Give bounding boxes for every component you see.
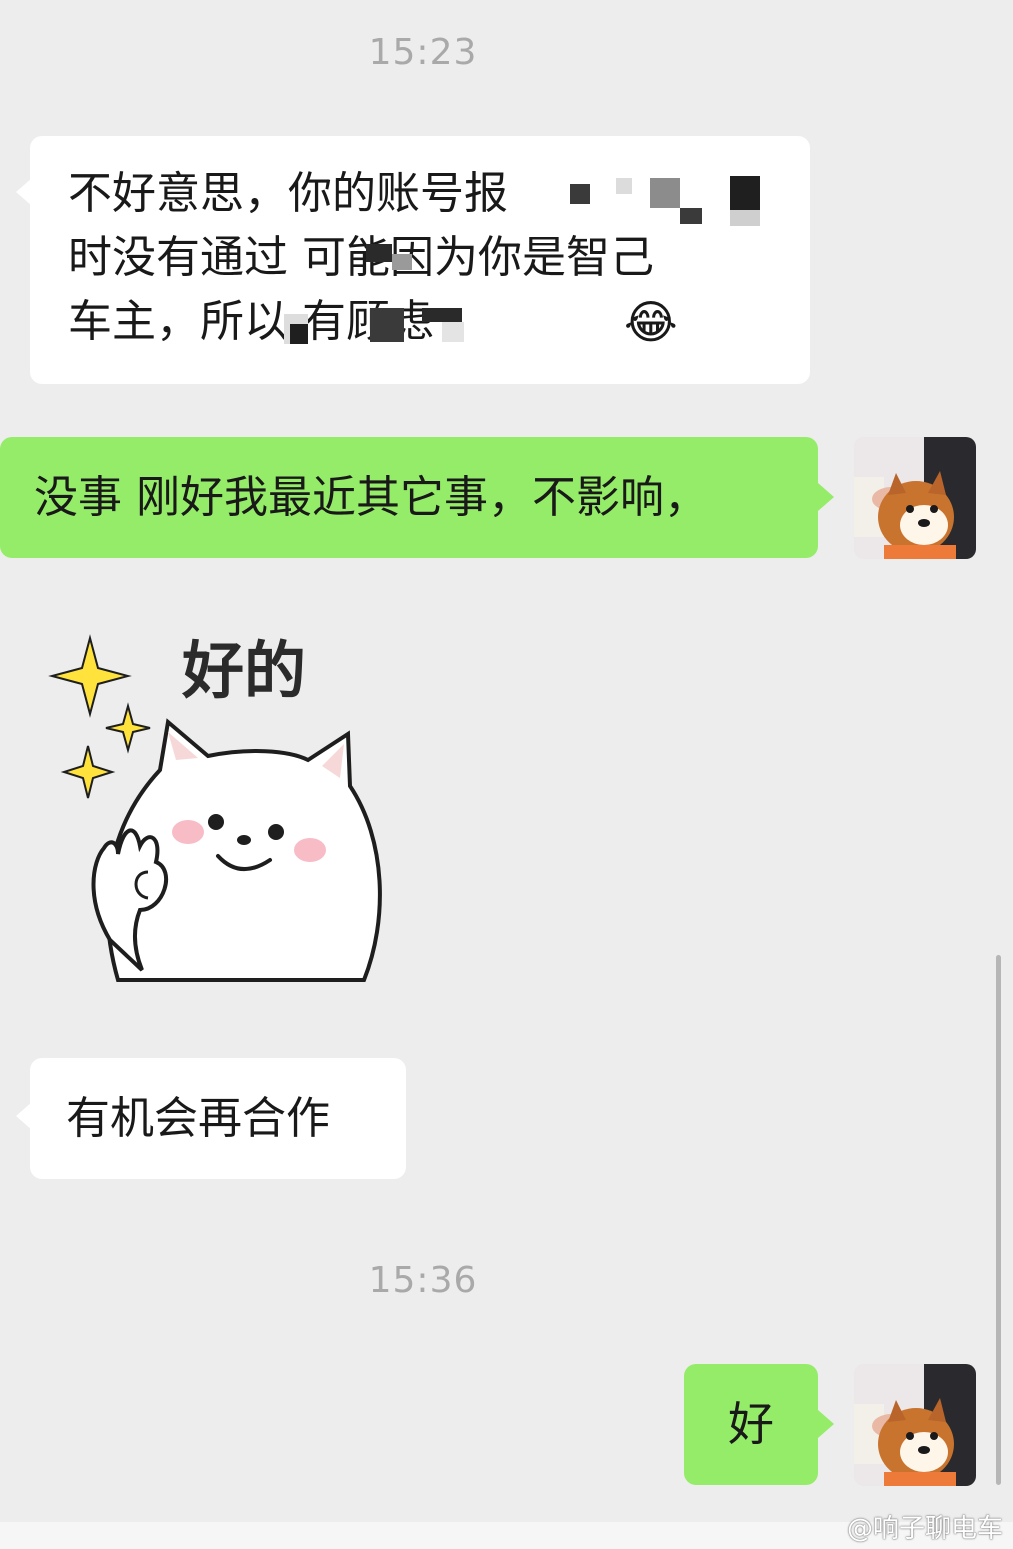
shiba-dog-photo-avatar [854, 437, 976, 559]
timestamp: 15:36 [368, 1260, 478, 1301]
mosaic-block [392, 254, 412, 270]
mosaic-block [730, 176, 760, 210]
message-bubble-incoming[interactable]: 有机会再合作 [16, 1058, 406, 1179]
scrollbar[interactable] [996, 955, 1001, 1485]
sticker-cat-ok[interactable]: 好的 [48, 610, 408, 1010]
message-bubble-outgoing[interactable]: 没事 刚好我最近其它事，不影响， [0, 437, 834, 558]
message-text: 没事 刚好我最近其它事，不影响， [34, 472, 708, 523]
mosaic-block [442, 322, 464, 342]
mosaic-block [730, 210, 760, 226]
mosaic-block [650, 178, 680, 208]
watermark: @响子聊电车 [846, 1514, 1003, 1544]
mosaic-block [680, 208, 702, 224]
sticker-text: 好的 [181, 634, 306, 707]
mosaic-block [370, 308, 404, 342]
mosaic-block [570, 184, 590, 204]
user-avatar[interactable] [854, 437, 976, 559]
mosaic-block [616, 178, 632, 194]
mosaic-block [422, 308, 462, 322]
mosaic-block [290, 324, 308, 344]
shiba-dog-photo-avatar [854, 1364, 976, 1486]
message-text: 好 [728, 1397, 774, 1451]
message-bubble-outgoing[interactable]: 好 [684, 1364, 834, 1485]
message-bubble-incoming[interactable]: 不好意思，你的账号报 时没有通过 可能因为你是智己 车主，所以 有顾虑 😂 [16, 136, 810, 384]
laughing-tears-emoji: 😂 [624, 295, 678, 349]
user-avatar[interactable] [854, 1364, 976, 1486]
mosaic-block [366, 244, 392, 262]
message-text: 有机会再合作 [66, 1093, 330, 1144]
timestamp: 15:23 [368, 32, 478, 73]
